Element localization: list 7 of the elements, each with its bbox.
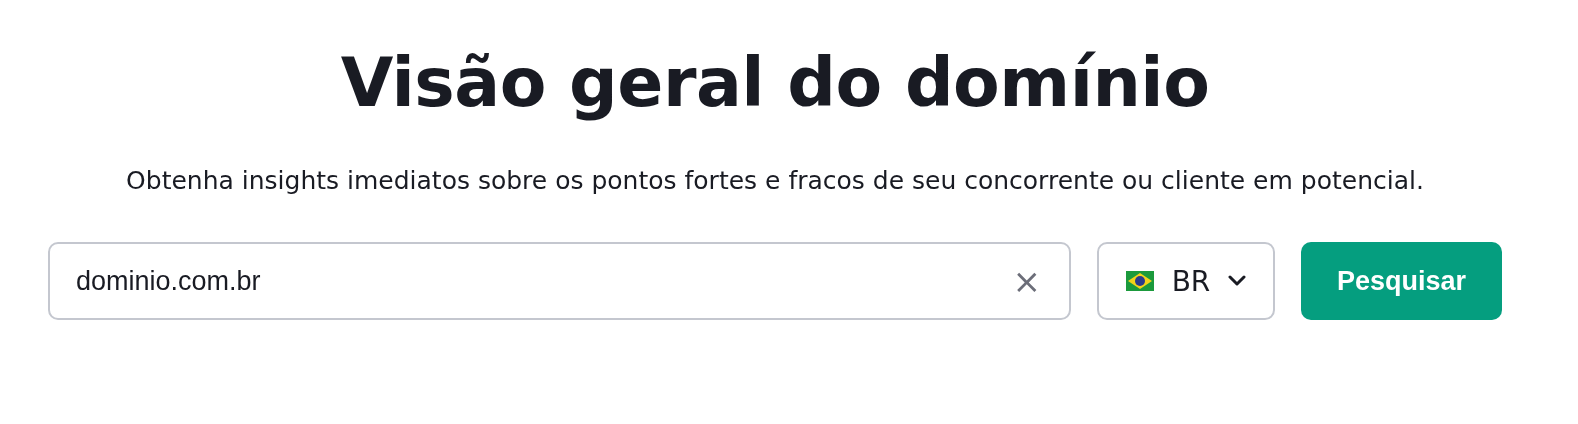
flag-icon <box>1125 271 1154 291</box>
page-title: Visão geral do domínio <box>340 42 1210 124</box>
page-description: Obtenha insights imediatos sobre os pontos fortes e fracos de seu concorrente ou cliente em potencial. <box>125 165 1425 197</box>
chevron-down-icon <box>1228 275 1247 287</box>
domain-search-field[interactable]: dominio.com.br × <box>48 242 1071 320</box>
clear-button[interactable]: × <box>1008 261 1045 301</box>
country-dropdown[interactable]: BR <box>1097 242 1275 320</box>
